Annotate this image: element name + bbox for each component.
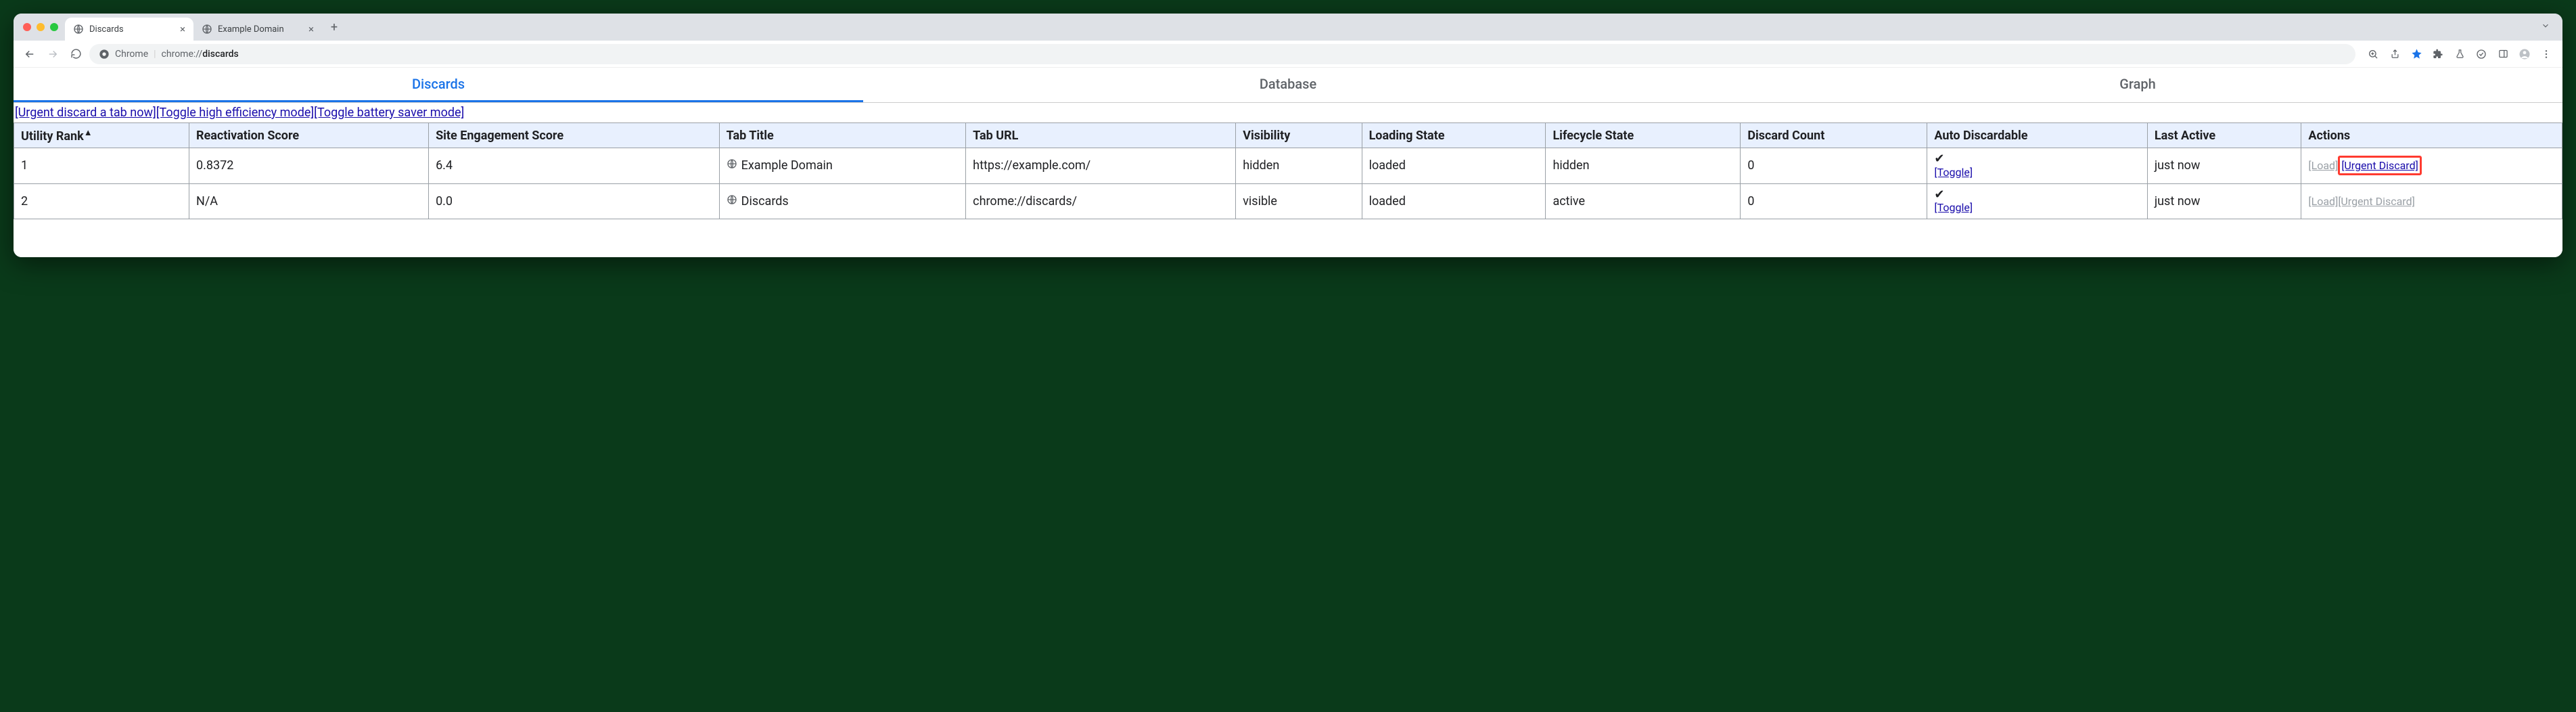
cell-site: 0.0 (429, 183, 720, 219)
close-window-button[interactable] (23, 23, 31, 31)
table-header-row: Utility Rank▲ Reactivation Score Site En… (14, 123, 2562, 148)
col-site-engagement[interactable]: Site Engagement Score (429, 123, 720, 148)
action-urgent-discard-link[interactable]: [Urgent Discard] (2338, 195, 2415, 208)
update-icon[interactable] (2472, 45, 2491, 64)
col-reactivation-score[interactable]: Reactivation Score (189, 123, 429, 148)
extensions-icon[interactable] (2429, 45, 2447, 64)
menu-icon[interactable] (2537, 45, 2556, 64)
side-panel-icon[interactable] (2493, 45, 2512, 64)
top-action-links: [Urgent discard a tab now][Toggle high e… (14, 103, 2562, 123)
browser-tab-title: Discards (89, 24, 124, 35)
cell-site: 6.4 (429, 148, 720, 184)
cell-last-active: just now (2147, 148, 2301, 184)
cell-rank: 1 (14, 148, 189, 184)
urgent-discard-now-link[interactable]: [Urgent discard a tab now] (15, 106, 156, 120)
page-content: Discards Database Graph [Urgent discard … (14, 68, 2562, 257)
col-visibility[interactable]: Visibility (1236, 123, 1362, 148)
toggle-efficiency-link[interactable]: [Toggle high efficiency mode] (156, 106, 314, 120)
close-tab-icon[interactable]: × (308, 23, 314, 35)
cell-react: N/A (189, 183, 429, 219)
mode-tab-graph[interactable]: Graph (1713, 68, 2562, 102)
cell-lifecycle: hidden (1546, 148, 1741, 184)
browser-tab-title: Example Domain (218, 24, 284, 35)
share-icon[interactable] (2385, 45, 2404, 64)
table-row: 1 0.8372 6.4 Example Domain https://exam… (14, 148, 2562, 184)
bookmark-star-icon[interactable] (2407, 45, 2426, 64)
sort-asc-icon: ▲ (84, 128, 93, 138)
globe-icon (727, 194, 737, 208)
cell-auto-discardable: ✔ [Toggle] (1927, 183, 2147, 219)
cell-actions: [Load][Urgent Discard] (2301, 148, 2562, 184)
cell-discard-count: 0 (1741, 148, 1927, 184)
tab-strip: Discards × Example Domain × + (14, 14, 2562, 41)
action-load-link[interactable]: [Load] (2308, 159, 2338, 172)
cell-url: https://example.com/ (966, 148, 1236, 184)
cell-rank: 2 (14, 183, 189, 219)
cell-react: 0.8372 (189, 148, 429, 184)
toggle-auto-link[interactable]: [Toggle] (1934, 201, 1973, 214)
omnibox-url-dim: chrome:// (162, 49, 203, 60)
close-tab-icon[interactable]: × (180, 23, 185, 35)
cell-url: chrome://discards/ (966, 183, 1236, 219)
cell-loading: loaded (1362, 183, 1546, 219)
col-utility-rank[interactable]: Utility Rank▲ (14, 123, 189, 148)
globe-icon (73, 24, 84, 35)
toolbar-right (2360, 45, 2556, 64)
action-urgent-discard-link[interactable]: [Urgent Discard] (2341, 159, 2418, 172)
col-lifecycle-state[interactable]: Lifecycle State (1546, 123, 1741, 148)
labs-icon[interactable] (2450, 45, 2469, 64)
action-load-link[interactable]: [Load] (2308, 195, 2338, 208)
check-icon: ✔ (1934, 188, 2140, 202)
mode-tabs: Discards Database Graph (14, 68, 2562, 103)
mode-tab-discards[interactable]: Discards (14, 68, 863, 102)
cell-visibility: hidden (1236, 148, 1362, 184)
address-bar[interactable]: Chrome | chrome://discards (89, 44, 2355, 64)
profile-icon[interactable] (2515, 45, 2534, 64)
reload-button[interactable] (66, 45, 85, 64)
toggle-auto-link[interactable]: [Toggle] (1934, 166, 1973, 179)
col-discard-count[interactable]: Discard Count (1741, 123, 1927, 148)
globe-icon (727, 158, 737, 173)
cell-visibility: visible (1236, 183, 1362, 219)
col-loading-state[interactable]: Loading State (1362, 123, 1546, 148)
forward-button[interactable] (43, 45, 62, 64)
col-tab-url[interactable]: Tab URL (966, 123, 1236, 148)
cell-title: Discards (719, 183, 966, 219)
col-tab-title[interactable]: Tab Title (719, 123, 966, 148)
globe-icon (202, 24, 212, 35)
chevron-down-icon[interactable] (2534, 21, 2557, 33)
col-last-active[interactable]: Last Active (2147, 123, 2301, 148)
discards-table: Utility Rank▲ Reactivation Score Site En… (14, 123, 2562, 219)
maximize-window-button[interactable] (50, 23, 58, 31)
window-controls (19, 23, 65, 31)
browser-window: Discards × Example Domain × + (14, 14, 2562, 257)
cell-title: Example Domain (719, 148, 966, 184)
back-button[interactable] (20, 45, 39, 64)
chrome-icon (99, 49, 110, 60)
cell-discard-count: 0 (1741, 183, 1927, 219)
col-auto-discardable[interactable]: Auto Discardable (1927, 123, 2147, 148)
new-tab-button[interactable]: + (325, 18, 344, 37)
col-actions[interactable]: Actions (2301, 123, 2562, 148)
cell-lifecycle: active (1546, 183, 1741, 219)
omnibox-url-bold: discards (202, 49, 238, 60)
cell-last-active: just now (2147, 183, 2301, 219)
cell-auto-discardable: ✔ [Toggle] (1927, 148, 2147, 184)
cell-actions: [Load][Urgent Discard] (2301, 183, 2562, 219)
toggle-battery-link[interactable]: [Toggle battery saver mode] (314, 106, 464, 120)
nav-bar: Chrome | chrome://discards (14, 41, 2562, 68)
mode-tab-database[interactable]: Database (863, 68, 1713, 102)
browser-tab-example[interactable]: Example Domain × (193, 18, 322, 41)
check-icon: ✔ (1934, 152, 2140, 166)
cell-loading: loaded (1362, 148, 1546, 184)
minimize-window-button[interactable] (37, 23, 45, 31)
table-row: 2 N/A 0.0 Discards chrome://discards/ vi… (14, 183, 2562, 219)
omnibox-prefix: Chrome (115, 49, 148, 60)
browser-tab-discards[interactable]: Discards × (65, 18, 193, 41)
zoom-icon[interactable] (2364, 45, 2383, 64)
